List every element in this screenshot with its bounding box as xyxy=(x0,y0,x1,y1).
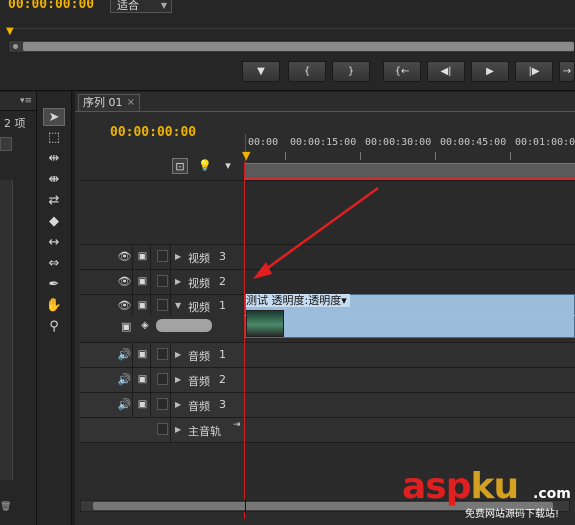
watermark-domain: .com xyxy=(533,486,571,502)
watermark-logo: aspku xyxy=(402,466,520,507)
watermark-subtitle: 免费网站源码下载站! xyxy=(465,509,560,520)
watermark-brand-a: asp xyxy=(402,466,471,507)
watermark-brand-b: ku xyxy=(470,466,520,507)
annotation-arrow xyxy=(253,186,379,279)
